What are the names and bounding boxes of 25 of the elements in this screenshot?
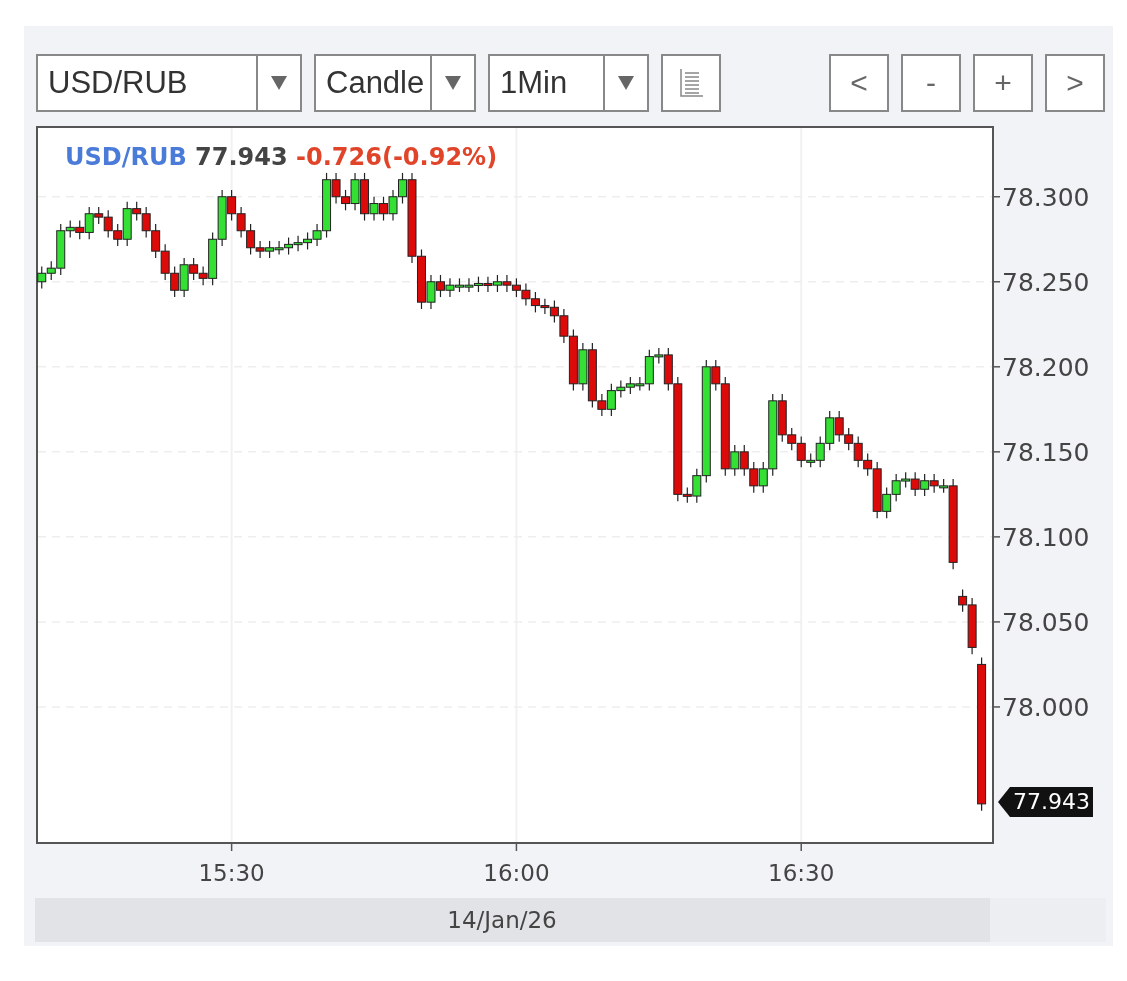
y-axis-label: 78.250 bbox=[1002, 267, 1090, 297]
caret-icon bbox=[271, 76, 287, 90]
chart-legend: USD/RUB 77.943 -0.726(-0.92%) bbox=[65, 143, 498, 171]
y-axis-label: 78.200 bbox=[1002, 352, 1090, 382]
caret-icon bbox=[445, 76, 461, 90]
caret-icon bbox=[618, 76, 634, 90]
indicator-list-button[interactable] bbox=[661, 54, 721, 112]
next-button[interactable]: > bbox=[1045, 54, 1105, 112]
dropdown[interactable]: 1Min bbox=[488, 54, 649, 112]
y-axis-label: 78.300 bbox=[1002, 182, 1090, 212]
zoom-out-button[interactable]: - bbox=[901, 54, 961, 112]
list-icon bbox=[679, 69, 703, 97]
previous-button[interactable]: < bbox=[829, 54, 889, 112]
dropdown[interactable]: Candle bbox=[314, 54, 476, 112]
date-label: 14/Jan/26 bbox=[447, 907, 557, 933]
x-axis-label: 16:30 bbox=[768, 860, 835, 886]
x-axis-label: 16:00 bbox=[483, 860, 550, 886]
y-axis-label: 78.000 bbox=[1002, 692, 1090, 722]
x-axis-label: 15:30 bbox=[198, 860, 265, 886]
dropdown[interactable]: USD/RUB bbox=[36, 54, 302, 112]
y-axis-label: 78.050 bbox=[1002, 607, 1090, 637]
y-axis-label: 78.100 bbox=[1002, 522, 1090, 552]
last-price-tag: 77.943 bbox=[998, 787, 1093, 817]
y-axis-label: 78.150 bbox=[1002, 437, 1090, 467]
zoom-in-button[interactable]: + bbox=[973, 54, 1033, 112]
